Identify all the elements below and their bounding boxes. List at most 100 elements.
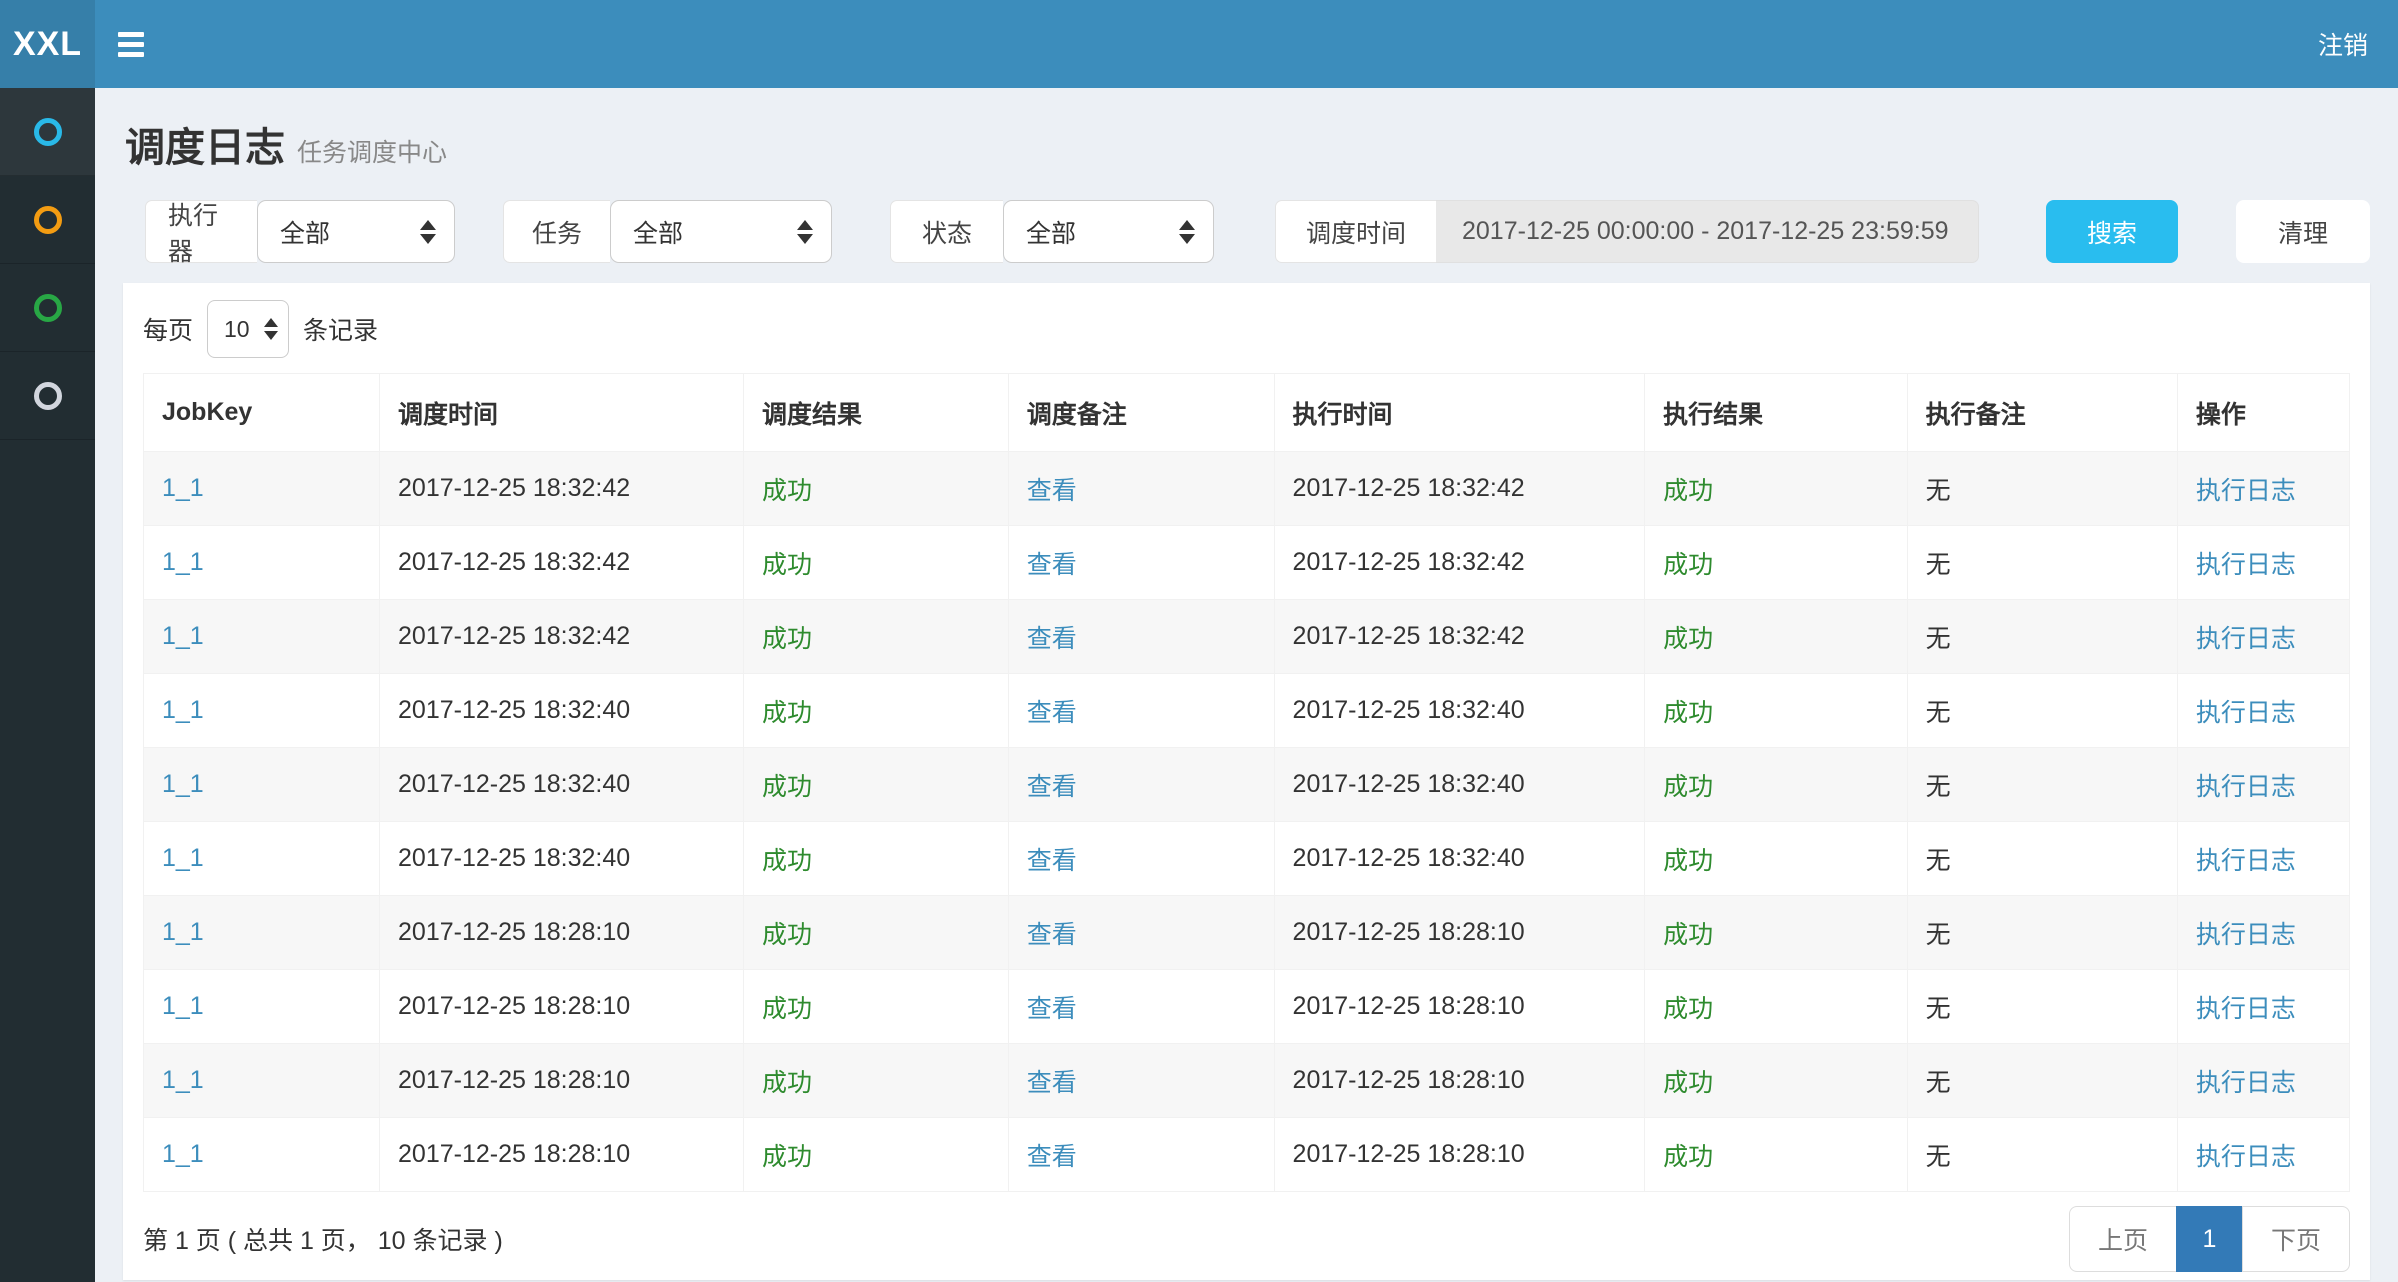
filter-toolbar: 执行器 全部 任务 全部 状态 全部 调度时间 2017-12-25 00:00… [145,200,2372,263]
search-button[interactable]: 搜索 [2046,200,2178,263]
status-select[interactable]: 全部 [1003,200,1214,263]
pagination: 上页 1 下页 [2069,1206,2350,1272]
sidebar [0,88,95,1282]
trigger-msg-link[interactable]: 查看 [1008,452,1274,526]
trigger-msg-link[interactable]: 查看 [1008,1118,1274,1192]
select-arrows-icon [1179,220,1195,244]
app-logo[interactable]: XXL [0,0,95,88]
table-header-row: JobKey调度时间调度结果调度备注执行时间执行结果执行备注操作 [144,374,2350,452]
handle-result-cell: 成功 [1645,452,1908,526]
sidebar-item-1[interactable] [0,88,95,176]
trigger-time-cell: 2017-12-25 18:32:40 [380,822,744,896]
jobkey-link[interactable]: 1_1 [144,1118,380,1192]
jobkey-link[interactable]: 1_1 [144,896,380,970]
trigger-result-cell: 成功 [744,452,1009,526]
handle-msg-cell: 无 [1907,748,2177,822]
execution-log-link[interactable]: 执行日志 [2177,526,2349,600]
execution-log-link[interactable]: 执行日志 [2177,1118,2349,1192]
trigger-msg-link[interactable]: 查看 [1008,822,1274,896]
trigger-time-cell: 2017-12-25 18:28:10 [380,1044,744,1118]
trigger-msg-link[interactable]: 查看 [1008,600,1274,674]
executor-filter-label: 执行器 [145,200,257,263]
trigger-time-cell: 2017-12-25 18:28:10 [380,1118,744,1192]
handle-result-cell: 成功 [1645,600,1908,674]
execution-log-link[interactable]: 执行日志 [2177,452,2349,526]
job-select[interactable]: 全部 [610,200,832,263]
trigger-msg-link[interactable]: 查看 [1008,674,1274,748]
trigger-msg-link[interactable]: 查看 [1008,970,1274,1044]
trigger-result-cell: 成功 [744,1044,1009,1118]
trigger-msg-link[interactable]: 查看 [1008,748,1274,822]
trigger-time-cell: 2017-12-25 18:32:42 [380,452,744,526]
jobkey-link[interactable]: 1_1 [144,674,380,748]
job-filter-group: 任务 全部 [503,200,832,263]
execution-log-link[interactable]: 执行日志 [2177,896,2349,970]
execution-log-link[interactable]: 执行日志 [2177,748,2349,822]
table-row: 1_12017-12-25 18:32:40成功查看2017-12-25 18:… [144,748,2350,822]
executor-select[interactable]: 全部 [257,200,455,263]
sidebar-item-4[interactable] [0,352,95,440]
table-row: 1_12017-12-25 18:28:10成功查看2017-12-25 18:… [144,1044,2350,1118]
column-header-7: 执行备注 [1907,374,2177,452]
page-size-value: 10 [224,316,250,343]
pagination-page-1-button[interactable]: 1 [2176,1206,2243,1272]
table-row: 1_12017-12-25 18:32:42成功查看2017-12-25 18:… [144,526,2350,600]
trigger-msg-link[interactable]: 查看 [1008,896,1274,970]
trigger-msg-link[interactable]: 查看 [1008,526,1274,600]
handle-msg-cell: 无 [1907,1118,2177,1192]
page-size-select[interactable]: 10 [207,300,289,358]
jobkey-link[interactable]: 1_1 [144,1044,380,1118]
clear-button[interactable]: 清理 [2236,200,2370,263]
pagination-next-button[interactable]: 下页 [2242,1206,2350,1272]
top-navbar: XXL 注销 [0,0,2398,88]
circle-outline-icon [34,206,62,234]
trigger-msg-link[interactable]: 查看 [1008,1044,1274,1118]
handle-result-cell: 成功 [1645,674,1908,748]
jobkey-link[interactable]: 1_1 [144,600,380,674]
trigger-time-cell: 2017-12-25 18:32:42 [380,600,744,674]
sidebar-item-3[interactable] [0,264,95,352]
execution-log-link[interactable]: 执行日志 [2177,600,2349,674]
table-row: 1_12017-12-25 18:28:10成功查看2017-12-25 18:… [144,896,2350,970]
time-range-input[interactable]: 2017-12-25 00:00:00 - 2017-12-25 23:59:5… [1436,200,1979,263]
log-table: JobKey调度时间调度结果调度备注执行时间执行结果执行备注操作 1_12017… [143,373,2350,1192]
handle-msg-cell: 无 [1907,896,2177,970]
execution-log-link[interactable]: 执行日志 [2177,1044,2349,1118]
jobkey-link[interactable]: 1_1 [144,526,380,600]
trigger-result-cell: 成功 [744,822,1009,896]
jobkey-link[interactable]: 1_1 [144,748,380,822]
executor-select-value: 全部 [280,214,330,250]
handle-time-cell: 2017-12-25 18:32:42 [1274,452,1645,526]
page-size-suffix-label: 条记录 [303,311,378,347]
handle-msg-cell: 无 [1907,970,2177,1044]
column-header-6: 执行结果 [1645,374,1908,452]
sidebar-item-2[interactable] [0,176,95,264]
handle-msg-cell: 无 [1907,600,2177,674]
page-title: 调度日志 [125,126,285,170]
execution-log-link[interactable]: 执行日志 [2177,822,2349,896]
handle-result-cell: 成功 [1645,822,1908,896]
executor-filter-group: 执行器 全部 [145,200,455,263]
jobkey-link[interactable]: 1_1 [144,452,380,526]
pagination-prev-button[interactable]: 上页 [2069,1206,2177,1272]
sidebar-toggle-button[interactable] [95,0,167,88]
execution-log-link[interactable]: 执行日志 [2177,970,2349,1044]
execution-log-link[interactable]: 执行日志 [2177,674,2349,748]
handle-time-cell: 2017-12-25 18:28:10 [1274,970,1645,1044]
jobkey-link[interactable]: 1_1 [144,970,380,1044]
navbar: 注销 [95,0,2398,88]
jobkey-link[interactable]: 1_1 [144,822,380,896]
logout-link[interactable]: 注销 [2288,0,2398,88]
handle-result-cell: 成功 [1645,1118,1908,1192]
handle-time-cell: 2017-12-25 18:28:10 [1274,896,1645,970]
handle-msg-cell: 无 [1907,1044,2177,1118]
handle-time-cell: 2017-12-25 18:32:40 [1274,674,1645,748]
handle-result-cell: 成功 [1645,1044,1908,1118]
page-subtitle: 任务调度中心 [297,139,447,167]
table-row: 1_12017-12-25 18:32:42成功查看2017-12-25 18:… [144,452,2350,526]
column-header-2: 调度时间 [380,374,744,452]
table-footer: 第 1 页 ( 总共 1 页， 10 条记录 ) 上页 1 下页 [143,1206,2350,1272]
column-header-5: 执行时间 [1274,374,1645,452]
trigger-time-cell: 2017-12-25 18:32:42 [380,526,744,600]
handle-result-cell: 成功 [1645,748,1908,822]
